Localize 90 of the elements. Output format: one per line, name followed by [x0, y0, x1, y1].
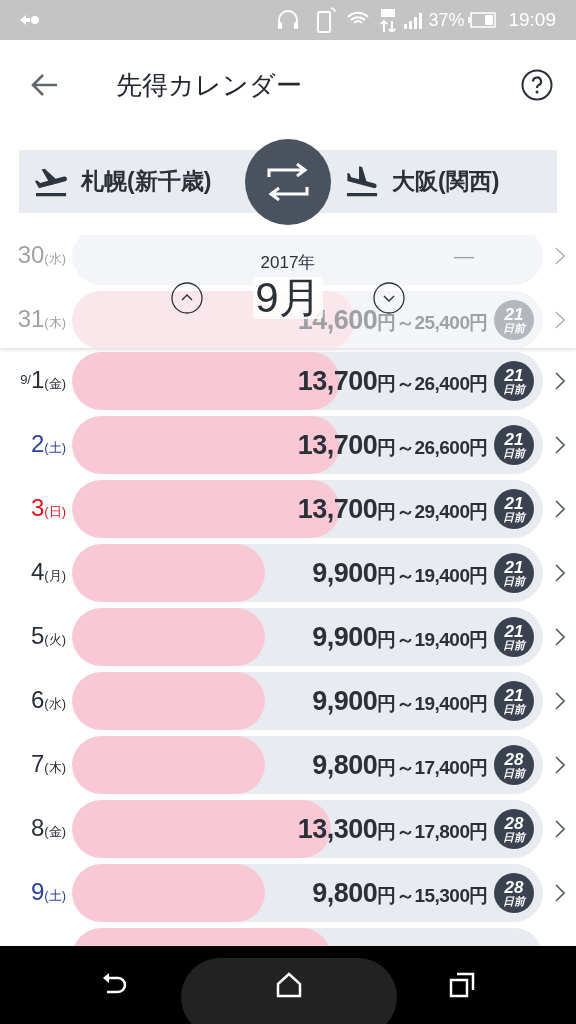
days-ahead-unit: 日前 — [503, 512, 525, 523]
chevron-right-icon[interactable] — [555, 628, 565, 646]
lowest-fare-text: 9,900 — [312, 687, 378, 715]
days-ahead-number: 21 — [504, 431, 524, 448]
swap-arrows-icon — [267, 162, 309, 201]
chevron-right-icon[interactable] — [555, 564, 565, 582]
days-ahead-number: 21 — [504, 495, 524, 512]
lowest-fare-text: 9,900 — [312, 623, 378, 651]
weekday-text: (火) — [44, 632, 66, 650]
mobile-data-icon — [380, 8, 397, 32]
fare-range-text: 円～25,400円 — [377, 312, 488, 332]
days-ahead-unit: 日前 — [503, 640, 525, 651]
weekday-text: (土) — [44, 439, 66, 458]
back-arrow-icon[interactable] — [31, 73, 59, 97]
battery-icon — [468, 12, 497, 28]
screen-title: 先得カレンダー — [116, 68, 302, 102]
headphones-icon — [276, 8, 301, 32]
fare-range-text: 円～29,400円 — [377, 501, 488, 521]
days-ahead-number: 21 — [504, 306, 524, 323]
fare-range-text: 円～17,400円 — [377, 757, 488, 777]
arrival-airport[interactable]: 大阪(関西) — [392, 164, 500, 199]
day-number: 4 — [30, 560, 45, 585]
day-number: 31 — [17, 307, 45, 332]
lowest-fare-text: 13,700 — [297, 495, 378, 523]
days-ahead-unit: 日前 — [503, 896, 525, 907]
weekday-text: (金) — [44, 376, 66, 394]
day-number: 9 — [30, 880, 45, 905]
fare-range-text: 円～15,300円 — [377, 885, 488, 905]
lowest-fare-text: 9,800 — [312, 879, 378, 907]
chevron-right-icon[interactable] — [555, 820, 565, 838]
days-ahead-number: 21 — [504, 367, 524, 384]
home-icon — [276, 972, 302, 998]
battery-percent-text: 37% — [428, 8, 465, 32]
days-ahead-number: 21 — [504, 559, 524, 576]
days-ahead-unit: 日前 — [503, 576, 525, 587]
lowest-fare-text: 13,700 — [297, 367, 378, 395]
year-text: 2017年 — [260, 254, 316, 271]
signal-icon — [404, 11, 425, 29]
clock-text: 19:09 — [508, 7, 556, 32]
lowest-fare-text: 9,900 — [312, 559, 378, 587]
day-number: 5 — [30, 624, 45, 649]
weekday-text: (金) — [44, 824, 66, 842]
recent-apps-icon[interactable] — [449, 972, 475, 998]
chevron-right-icon[interactable] — [555, 436, 565, 454]
days-ahead-unit: 日前 — [503, 832, 525, 843]
help-icon[interactable] — [521, 69, 553, 101]
days-ahead-unit: 日前 — [503, 768, 525, 779]
weekday-text: (水) — [44, 251, 66, 269]
fare-range-text: 円～26,600円 — [377, 437, 488, 457]
fare-range-text: 円～17,800円 — [377, 821, 488, 841]
day-number: 30 — [17, 243, 45, 268]
days-ahead-number: 28 — [504, 815, 524, 832]
day-number: 1 — [30, 368, 45, 393]
chevron-right-icon[interactable] — [555, 756, 565, 774]
days-ahead-unit: 日前 — [503, 448, 525, 459]
day-number: 6 — [30, 688, 45, 713]
phone-icon — [316, 6, 337, 34]
fare-range-text: 円～19,400円 — [377, 693, 488, 713]
weekday-text: (水) — [44, 696, 66, 714]
lowest-fare-text: 13,700 — [297, 431, 378, 459]
chevron-right-icon[interactable] — [555, 372, 565, 390]
chevron-right-icon[interactable] — [555, 692, 565, 710]
days-ahead-unit: 日前 — [503, 384, 525, 395]
lowest-fare-text: 9,800 — [312, 751, 378, 779]
fare-range-text: 円～19,400円 — [377, 629, 488, 649]
weekday-text: (木) — [44, 315, 66, 333]
days-ahead-number: 21 — [504, 687, 524, 704]
fare-range-text: 円～26,400円 — [377, 373, 488, 393]
weekday-text: (月) — [44, 568, 66, 586]
weekday-text: (土) — [44, 888, 66, 906]
chevron-right-icon[interactable] — [555, 500, 565, 518]
day-number: 3 — [30, 496, 45, 521]
previous-month-icon[interactable] — [171, 282, 204, 314]
days-ahead-number: 28 — [504, 879, 524, 896]
fare-range-text: 円～19,400円 — [377, 565, 488, 585]
notification-icon — [20, 15, 40, 25]
weekday-text: (木) — [44, 759, 66, 778]
weekday-text: (日) — [44, 504, 66, 522]
day-number: 8 — [30, 816, 45, 841]
days-ahead-unit: 日前 — [503, 704, 525, 715]
no-fare-text: — — [454, 244, 474, 269]
day-number: 2 — [30, 432, 45, 457]
day-number: 7 — [30, 752, 45, 777]
month-prefix-text: 9/ — [20, 372, 31, 390]
chevron-right-icon[interactable] — [555, 884, 565, 902]
departure-airport[interactable]: 札幌(新千歳) — [81, 164, 212, 199]
lowest-fare-text: 13,300 — [297, 815, 378, 843]
days-ahead-unit: 日前 — [503, 323, 525, 334]
days-ahead-number: 21 — [504, 623, 524, 640]
days-ahead-number: 28 — [504, 751, 524, 768]
